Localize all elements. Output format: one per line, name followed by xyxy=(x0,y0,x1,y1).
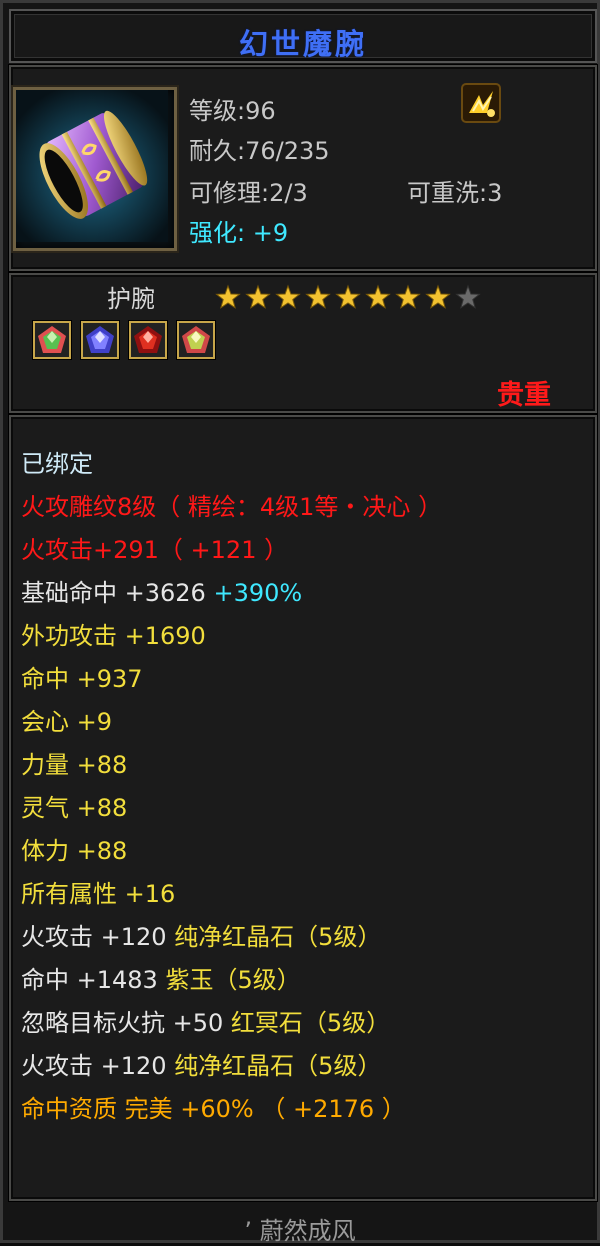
bracer-icon xyxy=(16,90,168,242)
strength-line: 力量 +88 xyxy=(21,751,128,779)
star-filled-icon xyxy=(365,284,391,309)
gem-bonus-line-2: 命中 +1483 紫玉（5级） xyxy=(21,965,301,995)
gem-bonus-line-1: 火攻击 +120 纯净红晶石（5级） xyxy=(21,922,381,952)
blue-gem-icon xyxy=(86,326,114,353)
base-hit-value: 基础命中 +3626 xyxy=(21,579,206,607)
red-gem-icon xyxy=(134,326,162,353)
title-bar: 幻世魔腕 xyxy=(9,9,597,63)
green-gem-icon xyxy=(38,326,66,353)
gem-bonus-line-3: 忽略目标火抗 +50 红冥石（5级） xyxy=(21,1008,390,1038)
footer-text: ’ 蔚然成风 xyxy=(244,1217,356,1245)
gem-bonus-line-4: 火攻击 +120 纯净红晶石（5级） xyxy=(21,1051,381,1081)
base-hit-percent: +390% xyxy=(213,579,303,607)
durability-stat: 耐久:76/235 xyxy=(189,137,330,165)
star-filled-icon xyxy=(335,284,361,309)
gem-name: 纯净红晶石（5级） xyxy=(174,1052,382,1080)
crit-line: 会心 +9 xyxy=(21,708,113,736)
star-filled-icon xyxy=(245,284,271,309)
fire-attack-line: 火攻击+291（ +121 ） xyxy=(21,536,289,564)
gem-stat: 忽略目标火抗 +50 xyxy=(21,1009,224,1037)
star-empty-icon xyxy=(455,284,481,309)
gem-stat: 火攻击 +120 xyxy=(21,923,167,951)
gem-name: 红冥石（5级） xyxy=(230,1009,391,1037)
item-type: 护腕 xyxy=(107,285,155,313)
item-tooltip: 幻世魔腕 等级:96 耐久:76/235 可修理:2/3 可重洗:3 强化: +… xyxy=(0,0,600,1245)
star-filled-icon xyxy=(425,284,451,309)
item-icon xyxy=(13,87,177,251)
rarity-label: 贵重 xyxy=(497,380,551,411)
item-name: 幻世魔腕 xyxy=(238,27,367,61)
repairable-stat: 可修理:2/3 xyxy=(189,179,308,207)
hit-line: 命中 +937 xyxy=(21,665,143,693)
stamina-line: 体力 +88 xyxy=(21,837,128,865)
outer-attack-line: 外功攻击 +1690 xyxy=(21,622,206,650)
star-filled-icon xyxy=(395,284,421,309)
base-hit-line: 基础命中 +3626 +390% xyxy=(21,578,302,608)
gem-slot-4 xyxy=(177,321,215,359)
star-filled-icon xyxy=(305,284,331,309)
star-filled-icon xyxy=(275,284,301,309)
star-rating xyxy=(215,283,485,313)
gold-badge-icon xyxy=(461,83,501,123)
engraving-line: 火攻雕纹8级（ 精绘：4级1等・决心 ） xyxy=(21,493,443,521)
gem-slot-3 xyxy=(129,321,167,359)
gem-name: 纯净红晶石（5级） xyxy=(174,923,382,951)
bound-status: 已绑定 xyxy=(21,450,93,478)
gem-slot-1 xyxy=(33,321,71,359)
aptitude-line: 命中资质 完美 +60% （ +2176 ） xyxy=(21,1095,406,1123)
gem-stat: 火攻击 +120 xyxy=(21,1052,167,1080)
gem-stat: 命中 +1483 xyxy=(21,966,158,994)
gem-slot-2 xyxy=(81,321,119,359)
gem-name: 紫玉（5级） xyxy=(165,966,301,994)
rewashable-stat: 可重洗:3 xyxy=(407,179,503,207)
green-gem-icon xyxy=(182,326,210,353)
star-filled-icon xyxy=(215,284,241,309)
enhance-stat: 强化: +9 xyxy=(189,219,289,247)
all-attr-line: 所有属性 +16 xyxy=(21,880,176,908)
spirit-line: 灵气 +88 xyxy=(21,794,128,822)
level-stat: 等级:96 xyxy=(189,97,276,125)
